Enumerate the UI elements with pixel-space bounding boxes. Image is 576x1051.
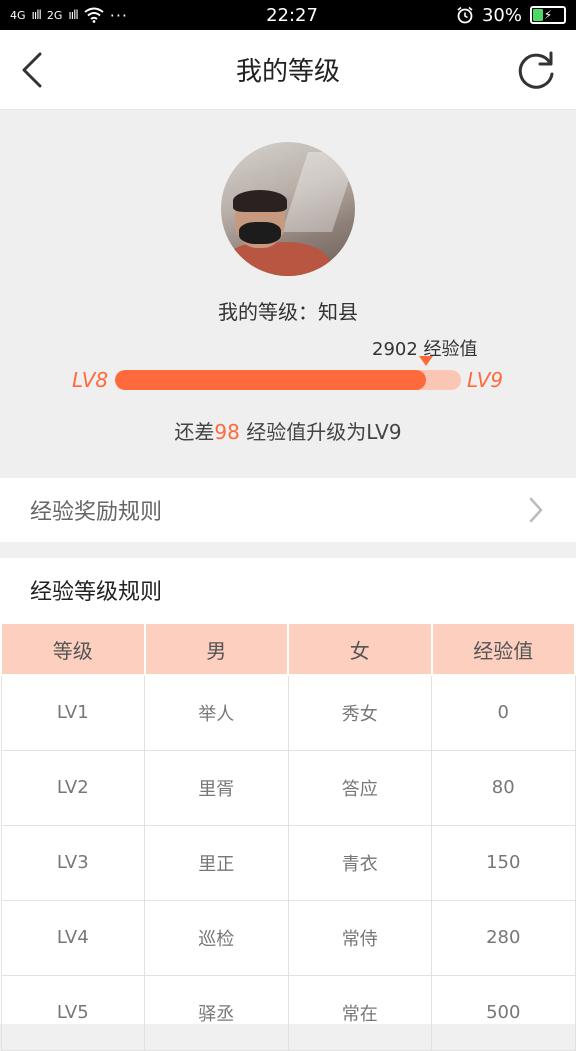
- cell-exp: 150: [431, 824, 576, 901]
- more-dots: ···: [109, 5, 129, 25]
- cell-level: LV3: [0, 824, 145, 901]
- level-profile: 我的等级：知县 2902 经验值 LV8 LV9 还差98 经验值升级为LV9: [0, 110, 576, 476]
- alarm-icon: [457, 6, 473, 24]
- cell-level: LV4: [0, 899, 145, 976]
- upgrade-suffix: 经验值升级为LV9: [239, 420, 402, 444]
- refresh-icon[interactable]: [514, 48, 558, 92]
- cell-exp: 0: [431, 674, 576, 751]
- bolt-icon: ⚡: [543, 8, 553, 22]
- level-progress: [115, 370, 461, 390]
- my-level-label: 我的等级：知县: [218, 300, 358, 324]
- triangle-down-icon: [419, 356, 434, 366]
- cell-exp: 500: [431, 974, 576, 1051]
- status-bar: 4G ııll 2G ııll ··· 22:27 30% ⚡: [0, 0, 576, 30]
- cell-female: 秀女: [287, 674, 432, 751]
- network-label-1: 4G: [10, 8, 26, 22]
- cell-female: 青衣: [287, 824, 432, 901]
- page-title: 我的等级: [235, 57, 340, 87]
- header-exp: 经验值: [430, 622, 576, 676]
- cell-female: 答应: [287, 749, 432, 826]
- cell-exp: 280: [431, 899, 576, 976]
- table-row: LV4 巡检 常侍 280: [0, 899, 576, 976]
- cell-male: 举人: [144, 674, 289, 751]
- battery-fill: [533, 9, 543, 21]
- cell-exp: 80: [431, 749, 576, 826]
- battery-charging-icon: ⚡: [530, 6, 566, 24]
- level-rules-table: 等级 男 女 经验值 LV1 举人 秀女 0 LV2 里胥 答应 80 LV3 …: [0, 622, 576, 1051]
- level-progress-fill: [115, 370, 427, 390]
- status-left: 4G ııll 2G ııll ···: [10, 6, 128, 25]
- level-rules-title: 经验等级规则: [30, 580, 163, 605]
- nav-bar: 我的等级: [0, 30, 576, 110]
- chevron-right-icon: [529, 497, 543, 523]
- cell-male: 巡检: [144, 899, 289, 976]
- cell-level: LV1: [0, 674, 145, 751]
- cell-female: 常侍: [287, 899, 432, 976]
- cell-female: 常在: [287, 974, 432, 1051]
- table-row: LV5 驿丞 常在 500: [0, 974, 576, 1051]
- cell-male: 里正: [144, 824, 289, 901]
- header-male: 男: [143, 622, 289, 676]
- level-rules-section: 经验等级规则 等级 男 女 经验值 LV1 举人 秀女 0 LV2 里胥 答应 …: [0, 558, 576, 1051]
- signal-icon: ııll: [31, 8, 42, 22]
- next-level: LV9: [467, 368, 504, 392]
- table-row: LV3 里正 青衣 150: [0, 824, 576, 901]
- table-header-row: 等级 男 女 经验值: [0, 622, 576, 676]
- table-row: LV2 里胥 答应 80: [0, 749, 576, 826]
- avatar[interactable]: [221, 142, 355, 276]
- reward-rules-row[interactable]: 经验奖励规则: [0, 478, 576, 542]
- status-right: 30% ⚡: [456, 5, 566, 26]
- cell-male: 里胥: [144, 749, 289, 826]
- table-row: LV1 举人 秀女 0: [0, 674, 576, 751]
- upgrade-prefix: 还差: [174, 420, 215, 444]
- cell-level: LV2: [0, 749, 145, 826]
- cell-level: LV5: [0, 974, 145, 1051]
- signal-icon-2: ııll: [68, 8, 78, 22]
- header-female: 女: [287, 622, 433, 676]
- wifi-icon: [84, 7, 104, 23]
- network-label-2: 2G: [46, 8, 63, 22]
- reward-rules-label: 经验奖励规则: [30, 500, 163, 525]
- chevron-left-icon[interactable]: [14, 50, 54, 90]
- upgrade-hint: 还差98 经验值升级为LV9: [0, 416, 576, 445]
- current-level: LV8: [72, 368, 109, 392]
- battery-percent: 30%: [481, 4, 522, 26]
- upgrade-remaining: 98: [214, 420, 240, 444]
- header-level: 等级: [0, 622, 146, 676]
- cell-male: 驿丞: [144, 974, 289, 1051]
- status-time: 22:27: [266, 4, 318, 26]
